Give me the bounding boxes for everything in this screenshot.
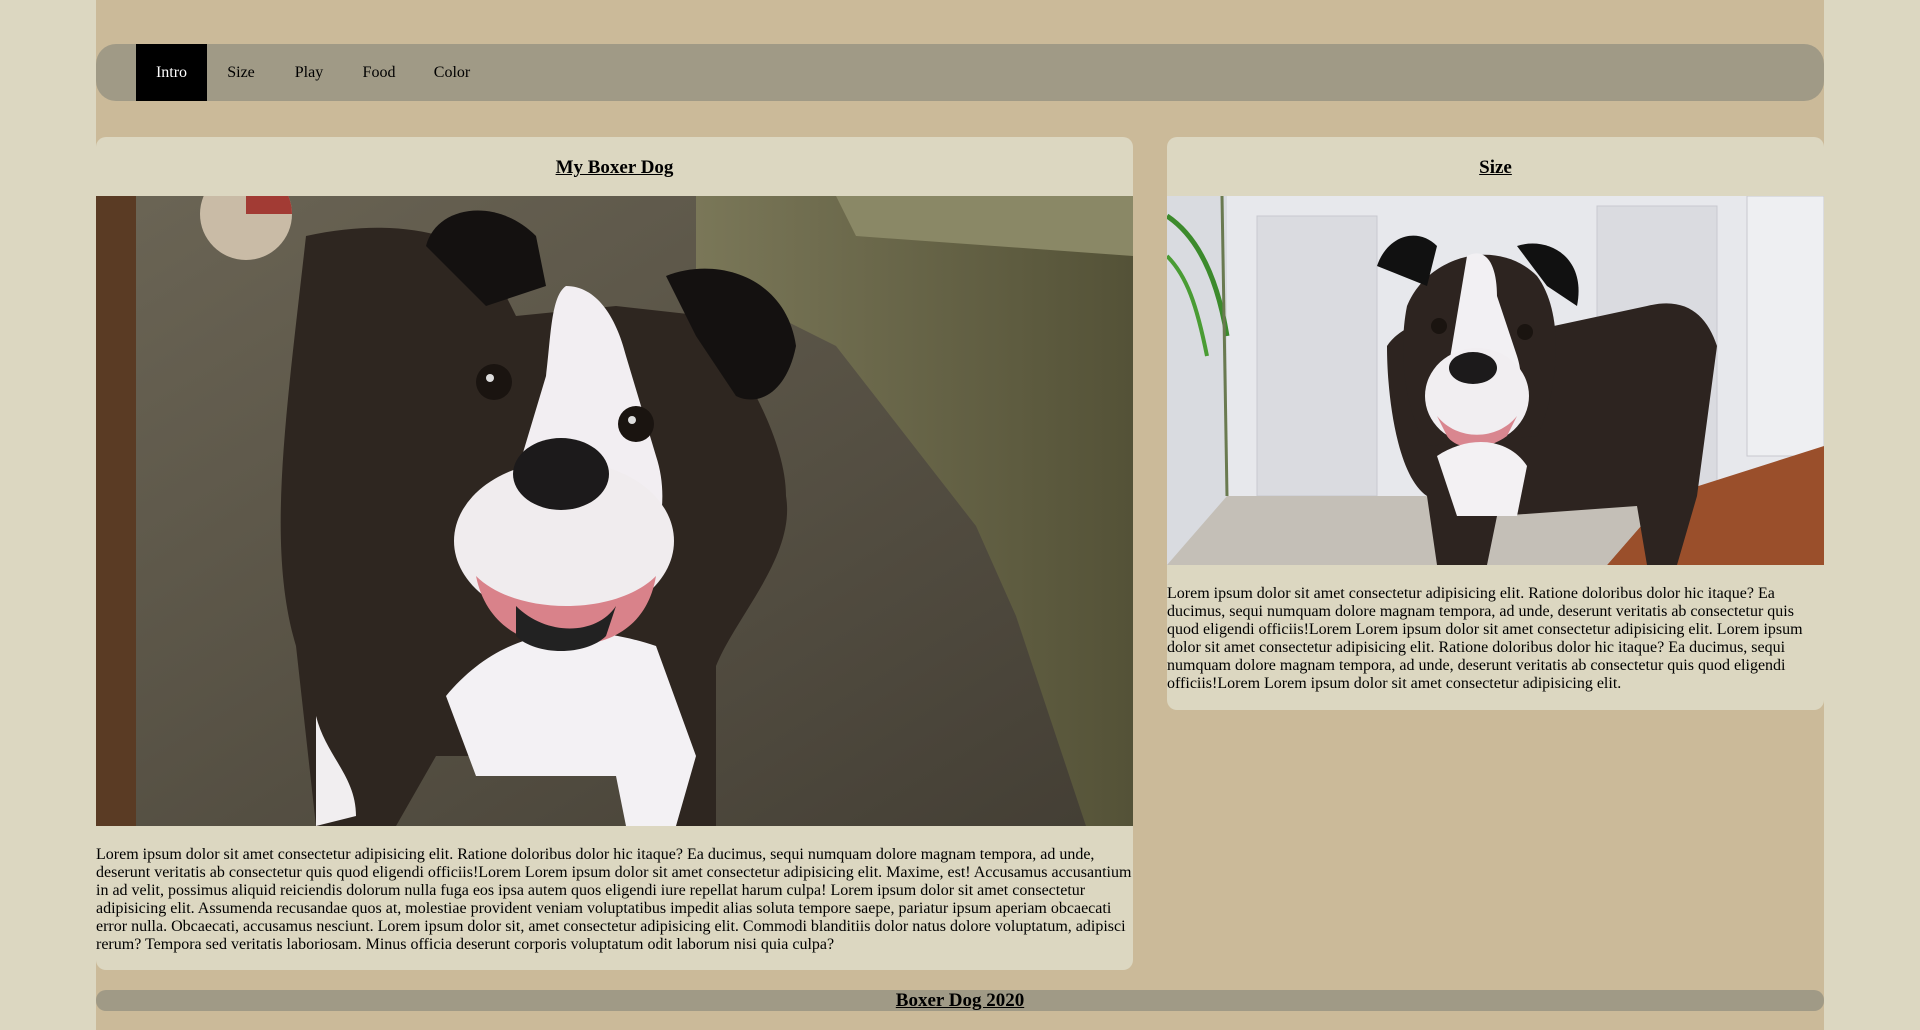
main-card-title: My Boxer Dog [555, 157, 674, 178]
nav-item-play[interactable]: Play [275, 44, 343, 101]
boxer-dog-photo-large [96, 196, 1133, 826]
size-card: Size Lorem ipsum dolor sit amet consecte… [1167, 137, 1824, 710]
main-card-text: Lorem ipsum dolor sit amet consectetur a… [96, 846, 1132, 953]
boxer-dog-photo-small [1167, 196, 1824, 565]
size-card-title: Size [1479, 157, 1512, 178]
footer: Boxer Dog 2020 [96, 990, 1824, 1011]
footer-text: Boxer Dog 2020 [895, 990, 1025, 1011]
nav-item-size[interactable]: Size [207, 44, 275, 101]
size-card-text: Lorem ipsum dolor sit amet consectetur a… [1167, 585, 1803, 692]
main-nav: Intro Size Play Food Color [96, 44, 1824, 101]
nav-item-intro[interactable]: Intro [136, 44, 207, 101]
nav-item-color[interactable]: Color [415, 44, 489, 101]
boxer-dog-photo-icon [1167, 196, 1824, 565]
boxer-dog-photo-icon [96, 196, 1133, 826]
nav-item-food[interactable]: Food [343, 44, 415, 101]
main-card: My Boxer Dog Lorem ipsum dolor sit amet … [96, 137, 1133, 970]
